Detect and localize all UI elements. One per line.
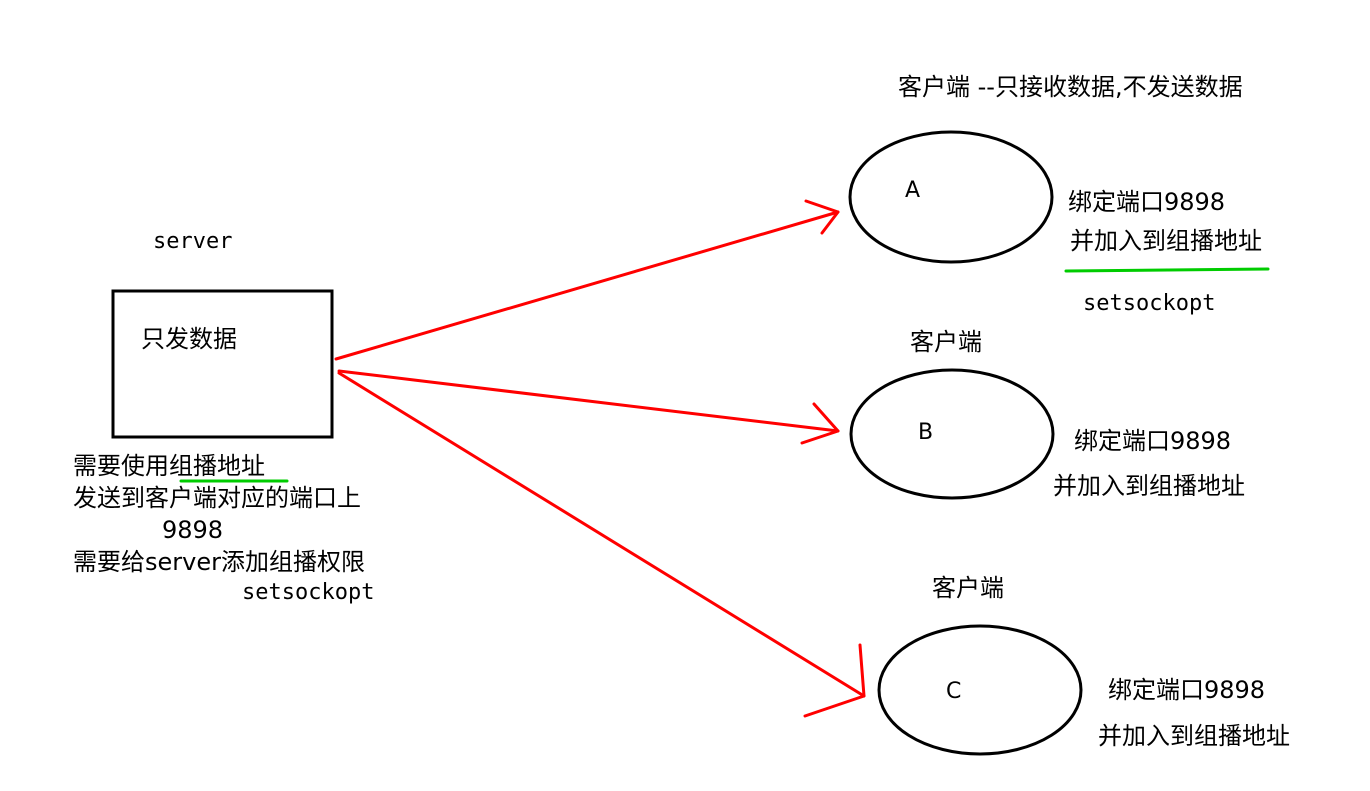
client-a-node [848,130,1054,264]
client-a-node-label: A [905,178,921,203]
server-note-port: 9898 [162,516,224,544]
arrowhead-b [800,402,840,445]
client-c-title: 客户端 [932,574,1004,602]
server-note-line4: 需要给server添加组播权限 [73,548,365,576]
client-b-bind: 绑定端口9898 [1074,427,1232,455]
arrow-to-b [337,369,840,433]
client-b-node-label: B [918,420,934,445]
server-box [111,289,334,439]
client-b-node [849,368,1055,500]
multicast-diagram: 客户端 --只接收数据,不发送数据 server 只发数据 需要使用组播地址 发… [0,0,1370,791]
highlight-underline-client-a-join [1064,267,1270,273]
server-box-text: 只发数据 [141,325,237,353]
client-a-join: 并加入到组播地址 [1070,227,1262,255]
client-c-node [877,624,1083,756]
client-c-bind: 绑定端口9898 [1108,676,1266,704]
client-a-bind: 绑定端口9898 [1068,188,1226,216]
client-c-join: 并加入到组播地址 [1098,722,1290,750]
client-role-note: 客户端 --只接收数据,不发送数据 [898,73,1243,101]
client-b-title: 客户端 [910,328,982,356]
client-b-join: 并加入到组播地址 [1053,472,1245,500]
server-note-line2: 发送到客户端对应的端口上 [73,484,361,512]
arrowhead-c [803,643,866,718]
server-note-line1: 需要使用组播地址 [73,452,265,480]
server-note-api: setsockopt [242,580,375,605]
server-label: server [153,229,233,254]
arrows [334,199,866,718]
server-note-highlight: 组播地址 [169,452,265,480]
client-c-node-label: C [946,679,962,704]
diagram-drawing [111,130,1270,756]
arrow-to-a [334,210,840,361]
client-a-api: setsockopt [1083,291,1216,316]
server-note-prefix: 需要使用 [73,452,169,480]
arrow-to-c [337,371,866,698]
